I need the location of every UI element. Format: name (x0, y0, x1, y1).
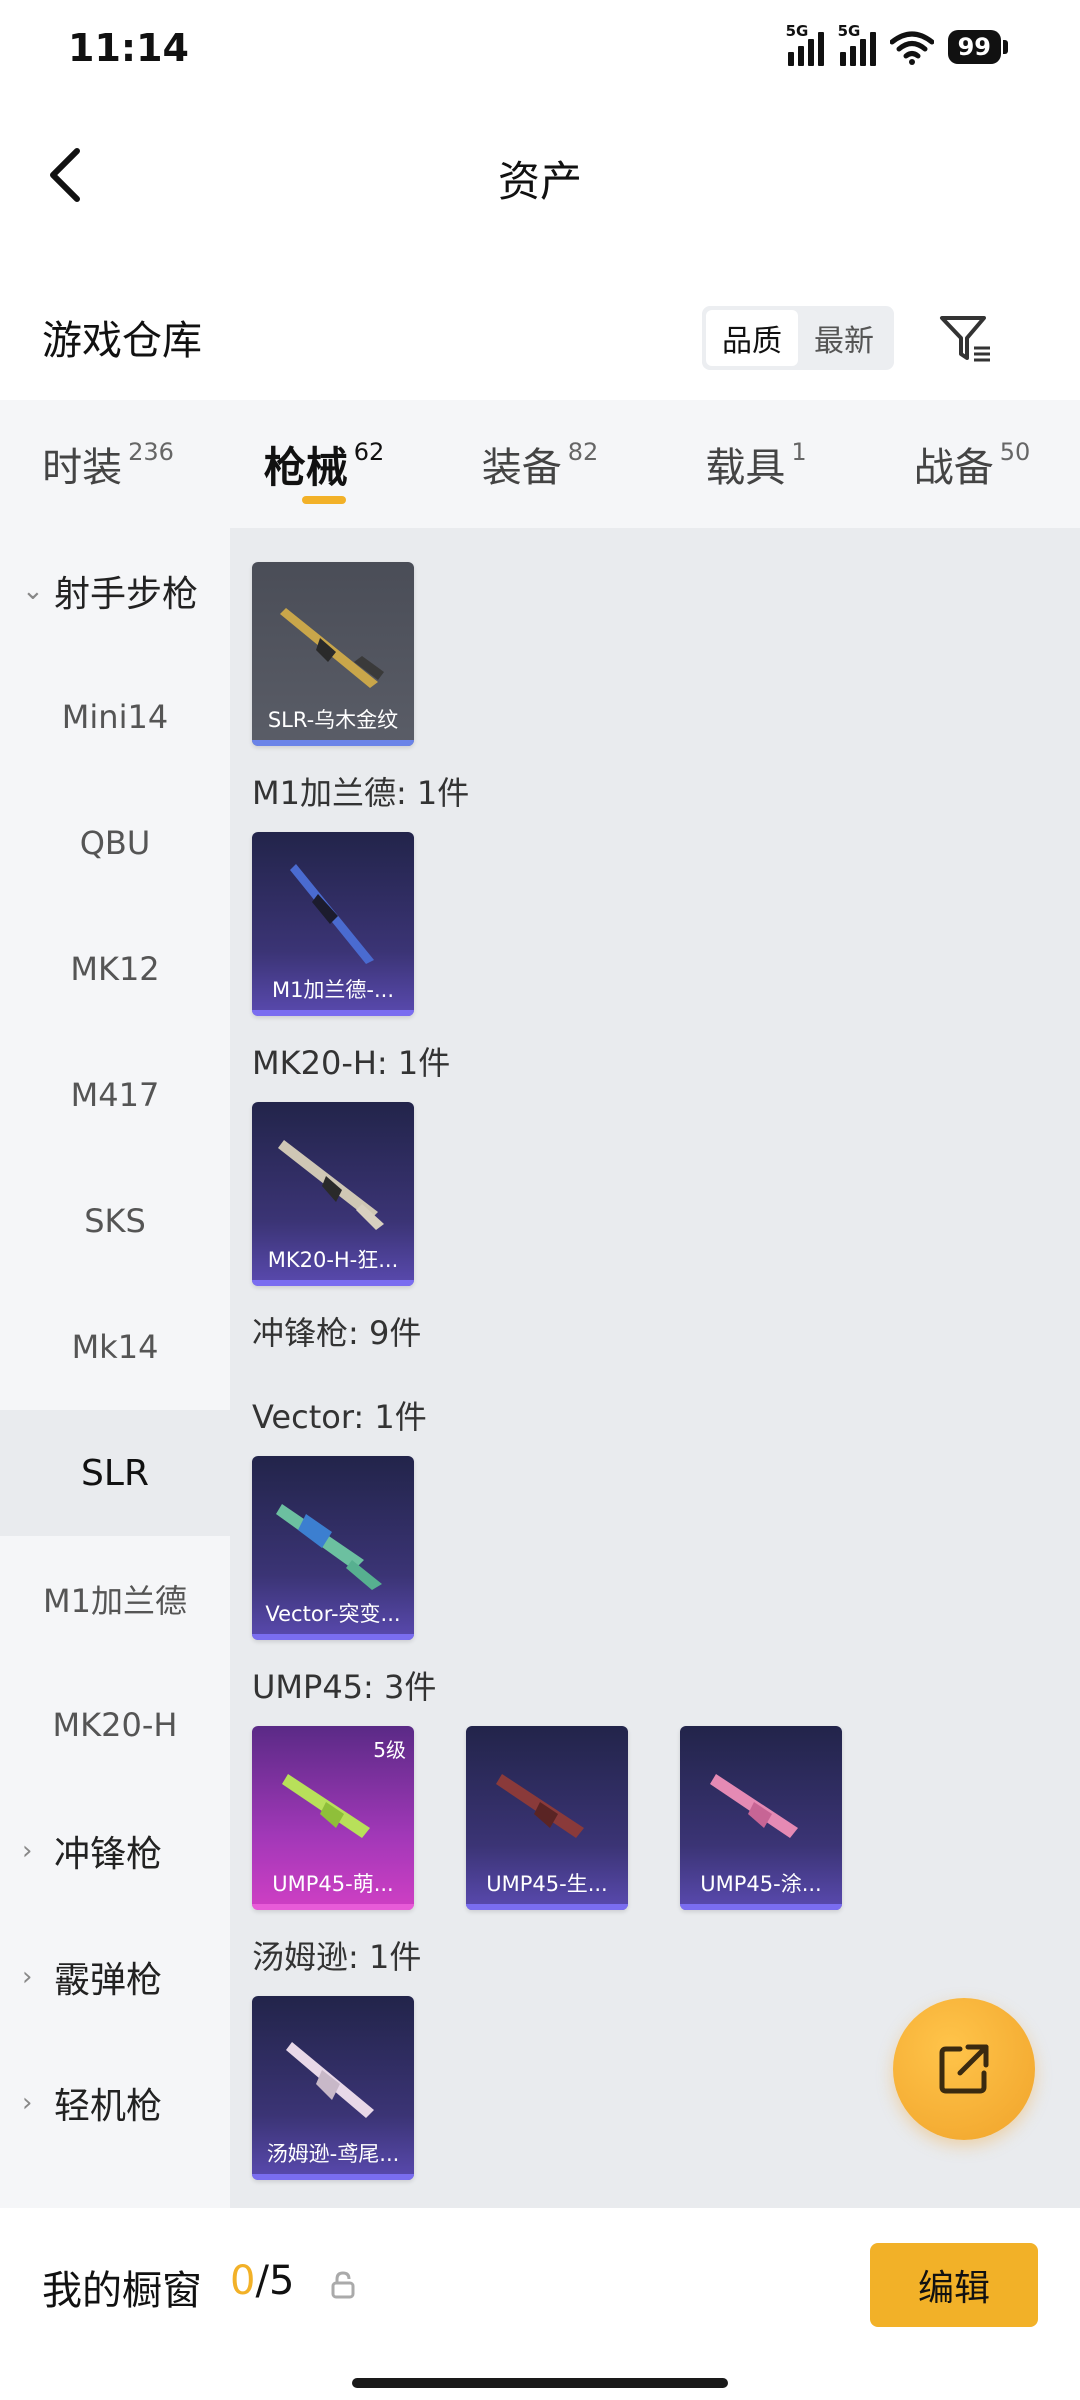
showcase-label: 我的橱窗 (42, 2268, 202, 2314)
item-card[interactable]: 5级 UMP45-萌... (252, 1726, 414, 1910)
signal-icon: 5G (786, 22, 824, 66)
sort-quality-button[interactable]: 品质 (706, 310, 798, 366)
sort-toggle: 品质 最新 (702, 306, 894, 370)
section-title: 冲锋枪: 9件 (252, 1314, 422, 1352)
nav-header: 资产 (0, 100, 1080, 250)
item-card[interactable]: UMP45-涂... (680, 1726, 842, 1910)
tab-supplies[interactable]: 战备 50 (864, 400, 1080, 528)
sidebar-item-m417[interactable]: M417 (0, 1032, 230, 1158)
wifi-icon (889, 31, 934, 65)
tab-guns[interactable]: 枪械 62 (216, 400, 432, 528)
chevron-right-icon: › (22, 2088, 33, 2118)
sidebar: ⌄ 射手步枪 Mini14 QBU MK12 M417 SKS Mk14 SLR … (0, 528, 230, 2208)
smg-icon (282, 1774, 370, 1838)
content-list: SLR-乌木金纹 M1加兰德: 1件 M1加兰德-... MK20-H: 1件 … (230, 528, 1080, 2208)
status-time: 11:14 (68, 26, 189, 70)
sidebar-group-shotgun[interactable]: › 霰弹枪 (0, 1914, 230, 2040)
sidebar-item-mini14[interactable]: Mini14 (0, 654, 230, 780)
warehouse-title: 游戏仓库 (42, 318, 202, 364)
sidebar-item-slr[interactable]: SLR (0, 1410, 230, 1536)
sidebar-item-mk12[interactable]: MK12 (0, 906, 230, 1032)
rifle-icon (290, 864, 374, 964)
battery-icon: 99 (947, 30, 1008, 64)
chevron-right-icon: › (22, 1836, 33, 1866)
signal-icon: 5G (838, 22, 876, 66)
smg-icon (276, 1504, 382, 1590)
sidebar-item-mk20h[interactable]: MK20-H (0, 1662, 230, 1788)
sidebar-item-sks[interactable]: SKS (0, 1158, 230, 1284)
tab-equipment[interactable]: 装备 82 (432, 400, 648, 528)
sidebar-item-qbu[interactable]: QBU (0, 780, 230, 906)
showcase-bar: 我的橱窗 0/5 编辑 (0, 2208, 1080, 2400)
section-title: MK20-H: 1件 (252, 1044, 451, 1082)
rifle-icon (280, 608, 384, 688)
rifle-icon (278, 1140, 384, 1230)
filter-button[interactable] (936, 308, 996, 368)
section-title: M1加兰德: 1件 (252, 774, 470, 812)
home-indicator (352, 2378, 728, 2388)
item-card[interactable]: 汤姆逊-鸢尾... (252, 1996, 414, 2180)
edit-button[interactable]: 编辑 (870, 2243, 1038, 2327)
smg-icon (710, 1774, 798, 1838)
sidebar-item-m1-garand[interactable]: M1加兰德 (0, 1536, 230, 1662)
section-title: UMP45: 3件 (252, 1668, 437, 1706)
item-card[interactable]: M1加兰德-... (252, 832, 414, 1016)
smg-icon (286, 2042, 374, 2118)
tab-vehicles[interactable]: 载具 1 (648, 400, 864, 528)
status-bar: 11:14 5G 5G 99 (0, 0, 1080, 100)
share-icon (939, 2044, 989, 2094)
tab-indicator (302, 496, 346, 504)
page-title: 资产 (497, 157, 582, 206)
section-title: Vector: 1件 (252, 1398, 427, 1436)
sidebar-item-mk14[interactable]: Mk14 (0, 1284, 230, 1410)
lock-icon (331, 2271, 355, 2299)
item-card[interactable]: MK20-H-狂... (252, 1102, 414, 1286)
status-icons: 5G 5G 99 (786, 22, 1008, 66)
sidebar-group-lmg[interactable]: › 轻机枪 (0, 2040, 230, 2166)
chevron-down-icon: ⌄ (22, 576, 44, 606)
sidebar-group-smg[interactable]: › 冲锋枪 (0, 1788, 230, 1914)
chevron-right-icon: › (22, 1962, 33, 1992)
sidebar-group-marksman[interactable]: ⌄ 射手步枪 (0, 528, 230, 654)
warehouse-row: 游戏仓库 品质 最新 (0, 280, 1080, 390)
section-title: 汤姆逊: 1件 (252, 1938, 422, 1976)
item-card[interactable]: UMP45-生... (466, 1726, 628, 1910)
share-button[interactable] (893, 1998, 1035, 2140)
category-tabs: 时装 236 枪械 62 装备 82 载具 1 战备 50 (0, 400, 1080, 528)
sort-latest-button[interactable]: 最新 (798, 310, 890, 366)
tab-fashion[interactable]: 时装 236 (0, 400, 216, 528)
item-card[interactable]: SLR-乌木金纹 (252, 562, 414, 746)
item-card[interactable]: Vector-突变... (252, 1456, 414, 1640)
showcase-count: 0/5 (230, 2258, 295, 2304)
smg-icon (496, 1774, 584, 1838)
filter-icon (940, 316, 990, 362)
